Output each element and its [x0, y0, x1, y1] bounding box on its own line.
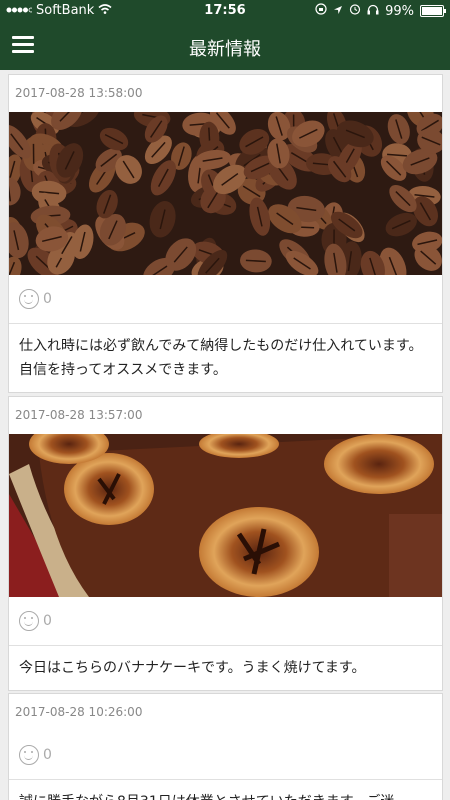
smiley-icon[interactable]: [19, 611, 39, 631]
status-bar: SoftBank 17:56 99%: [0, 0, 450, 22]
battery-icon: [420, 5, 446, 17]
like-row: 0: [9, 597, 442, 646]
like-row: 0: [9, 731, 442, 780]
post-text: 誠に勝手ながら8月31日は休業とさせていただきます。ご迷: [9, 780, 442, 800]
page-title: 最新情報: [189, 39, 261, 60]
like-count: 0: [43, 747, 52, 763]
location-arrow-icon: [333, 4, 343, 19]
post-card[interactable]: 2017-08-28 13:57:00 0 今日はこちらのバナナケーキです。うま…: [8, 396, 443, 691]
smiley-icon[interactable]: [19, 745, 39, 765]
post-card[interactable]: 2017-08-28 13:58:00 0 仕入れ時には必ず飲んでみて納得したも…: [8, 74, 443, 393]
post-timestamp: 2017-08-28 13:58:00: [15, 86, 143, 100]
navigation-bar: 最新情報: [0, 22, 450, 70]
like-count: 0: [43, 613, 52, 629]
post-text: 仕入れ時には必ず飲んでみて納得したものだけ仕入れています。自信を持ってオススメで…: [19, 338, 423, 378]
alarm-icon: [349, 3, 361, 19]
post-card[interactable]: 2017-08-28 10:26:00 0 誠に勝手ながら8月31日は休業とさせ…: [8, 693, 443, 800]
news-feed[interactable]: 2017-08-28 13:58:00 0 仕入れ時には必ず飲んでみて納得したも…: [0, 70, 450, 800]
rotation-lock-icon: [315, 3, 327, 19]
post-text: 今日はこちらのバナナケーキです。うまく焼けてます。: [19, 660, 366, 676]
coffee-beans-photo[interactable]: [9, 112, 442, 275]
battery-fill: [422, 7, 442, 15]
post-timestamp: 2017-08-28 10:26:00: [15, 705, 143, 719]
like-row: 0: [9, 275, 442, 324]
post-timestamp: 2017-08-28 13:57:00: [15, 408, 143, 422]
smiley-icon[interactable]: [19, 289, 39, 309]
banana-cake-photo[interactable]: [9, 434, 442, 597]
battery-percent: 99%: [385, 3, 414, 19]
like-count: 0: [43, 291, 52, 307]
headphones-icon: [367, 4, 379, 19]
